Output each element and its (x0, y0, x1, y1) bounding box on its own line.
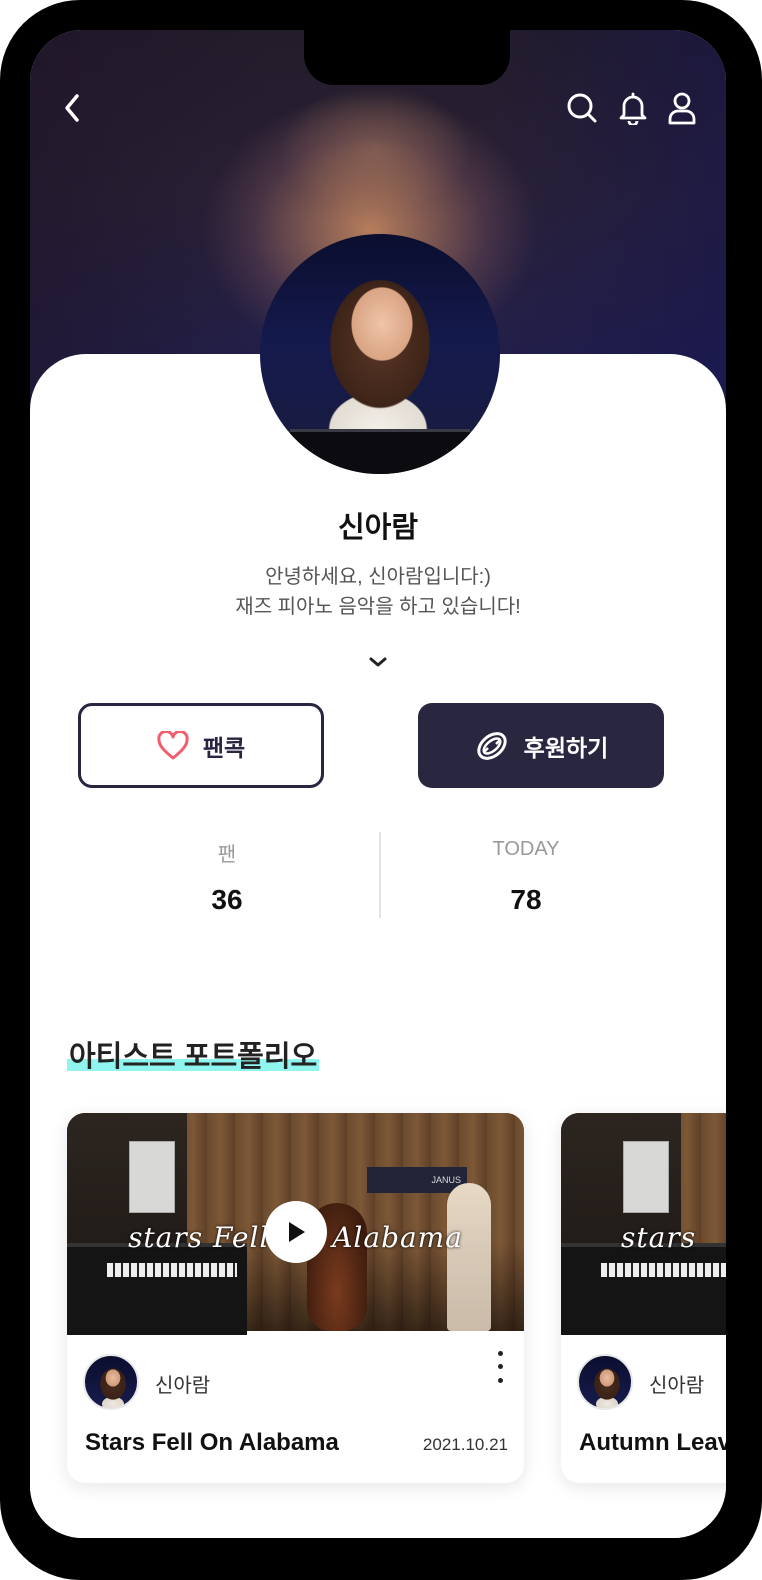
portfolio-card[interactable]: stars 신아람 Autumn Leaves (561, 1113, 726, 1483)
fans-stat: 팬 36 (77, 838, 377, 916)
bio-line-2: 재즈 피아노 음악을 하고 있습니다! (235, 596, 521, 618)
tambourine-icon (477, 731, 507, 760)
profile-avatar (260, 234, 500, 474)
fan-button[interactable]: 팬콕 (78, 703, 324, 788)
notch (304, 30, 510, 85)
bell-icon (619, 92, 647, 125)
fan-button-label: 팬콕 (202, 734, 246, 761)
play-button[interactable] (265, 1201, 327, 1263)
today-count: 78 (510, 884, 542, 915)
heart-icon (157, 730, 189, 759)
today-label: TODAY (492, 838, 560, 860)
artist-bio: 안녕하세요, 신아람입니다:) 재즈 피아노 음악을 하고 있습니다! (30, 562, 726, 622)
dot-icon (497, 1351, 503, 1357)
dot-icon (497, 1377, 503, 1383)
user-icon (668, 92, 696, 125)
video-thumbnail[interactable]: JANUS stars Fell On Alabama (67, 1113, 524, 1335)
card-date: 2021.10.21 (422, 1435, 508, 1454)
notification-button[interactable] (615, 90, 651, 126)
chevron-down-icon (369, 657, 387, 667)
dot-icon (497, 1364, 503, 1370)
more-options-button[interactable] (490, 1347, 510, 1387)
author-avatar[interactable] (83, 1354, 139, 1410)
thumbnail-overlay-text: stars (621, 1221, 697, 1254)
bio-line-1: 안녕하세요, 신아람입니다:) (265, 566, 491, 588)
portfolio-section-title: 아티스트 포트폴리오 (67, 1041, 320, 1073)
author-name[interactable]: 신아람 (155, 1369, 210, 1398)
search-icon (567, 93, 597, 123)
search-button[interactable] (564, 90, 600, 126)
back-button[interactable] (54, 90, 90, 126)
expand-bio-button[interactable] (366, 650, 390, 674)
author-avatar[interactable] (577, 1354, 633, 1410)
support-button[interactable]: 후원하기 (418, 703, 664, 788)
video-thumbnail[interactable]: stars (561, 1113, 726, 1335)
phone-frame: 신아람 안녕하세요, 신아람입니다:) 재즈 피아노 음악을 하고 있습니다! … (0, 0, 762, 1580)
author-name[interactable]: 신아람 (649, 1369, 704, 1398)
portfolio-card[interactable]: JANUS stars Fell On Alabama 신아람 Stars Fe… (67, 1113, 524, 1483)
play-icon (289, 1222, 305, 1242)
screen: 신아람 안녕하세요, 신아람입니다:) 재즈 피아노 음악을 하고 있습니다! … (30, 30, 726, 1538)
chevron-left-icon (65, 94, 79, 122)
card-title: Stars Fell On Alabama (85, 1429, 339, 1456)
fans-count: 36 (211, 884, 243, 915)
card-title: Autumn Leaves (579, 1429, 726, 1456)
support-button-label: 후원하기 (523, 734, 609, 761)
fans-label: 팬 (217, 844, 237, 866)
profile-button[interactable] (664, 90, 700, 126)
today-stat: TODAY 78 (376, 838, 676, 916)
artist-name: 신아람 (337, 512, 419, 544)
